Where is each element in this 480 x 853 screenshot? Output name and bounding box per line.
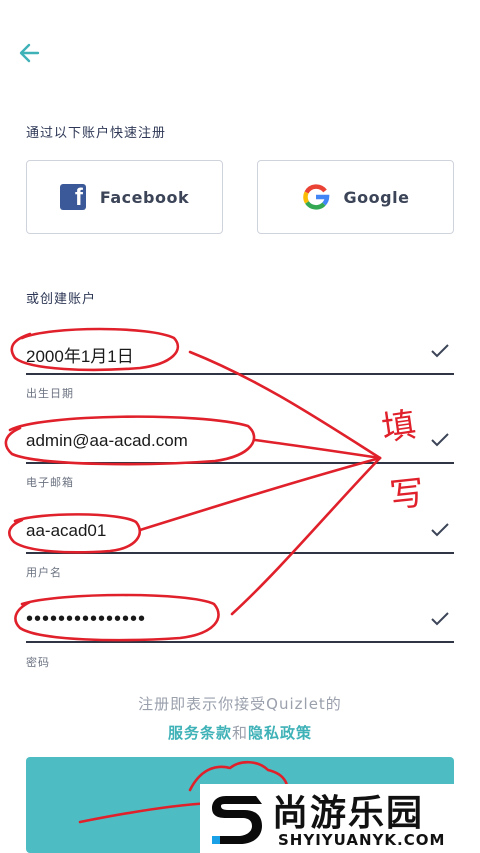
birthday-value[interactable]: 2000年1月1日: [26, 342, 134, 367]
terms-links: 服务条款和隐私政策: [0, 722, 480, 743]
check-icon: [431, 433, 449, 447]
google-label: Google: [343, 187, 410, 207]
field-underline: [26, 552, 454, 554]
field-underline: [26, 641, 454, 643]
back-arrow-icon[interactable]: [16, 38, 46, 68]
terms-of-service-link[interactable]: 服务条款: [168, 724, 232, 742]
google-signup-button[interactable]: Google: [257, 160, 454, 234]
birthday-field[interactable]: 2000年1月1日 出生日期: [26, 330, 454, 400]
check-icon: [431, 523, 449, 537]
watermark-logo-icon: [212, 796, 262, 844]
privacy-policy-link[interactable]: 隐私政策: [248, 724, 312, 742]
facebook-signup-button[interactable]: f Facebook: [26, 160, 223, 234]
birthday-label: 出生日期: [26, 387, 74, 400]
password-label: 密码: [26, 656, 50, 669]
username-value[interactable]: aa-acad01: [26, 521, 106, 541]
google-icon: [302, 184, 329, 210]
terms-notice: 注册即表示你接受Quizlet的: [138, 695, 342, 713]
create-account-title: 或创建账户: [26, 292, 97, 307]
email-value[interactable]: admin@aa-acad.com: [26, 431, 188, 451]
facebook-icon: f: [59, 184, 86, 210]
email-label: 电子邮箱: [26, 476, 74, 489]
terms-and-text: 和: [231, 724, 248, 742]
email-field[interactable]: admin@aa-acad.com 电子邮箱: [26, 420, 454, 490]
username-label: 用户名: [26, 566, 62, 579]
check-icon: [431, 344, 449, 358]
quick-signup-title: 通过以下账户快速注册: [26, 126, 167, 141]
field-underline: [26, 462, 454, 464]
field-underline: [26, 373, 454, 375]
facebook-label: Facebook: [99, 187, 190, 207]
username-field[interactable]: aa-acad01 用户名: [26, 510, 454, 580]
password-value[interactable]: •••••••••••••••: [26, 608, 146, 631]
watermark-subtitle: SHYIYUANYK.COM: [278, 831, 446, 849]
watermark-title: 尚游乐园: [272, 793, 425, 834]
check-icon: [431, 612, 449, 626]
password-field[interactable]: ••••••••••••••• 密码: [26, 600, 454, 672]
